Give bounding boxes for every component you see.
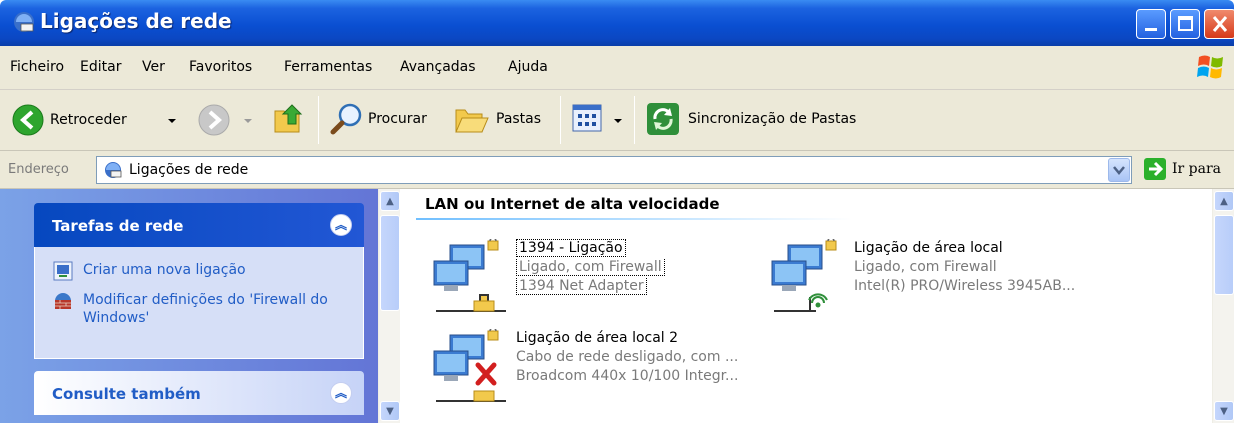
scroll-thumb[interactable]	[1214, 215, 1234, 295]
connection-text: Ligação de área local Ligado, com Firewa…	[854, 239, 1075, 296]
go-arrow-icon	[1144, 158, 1166, 180]
forward-button[interactable]	[198, 104, 230, 136]
close-button[interactable]	[1204, 9, 1234, 39]
back-label: Retroceder	[50, 112, 127, 128]
network-tasks-header[interactable]: Tarefas de rede ︽	[34, 203, 364, 247]
connection-status: Ligado, com Firewall	[854, 259, 997, 275]
connection-name: 1394 - Ligação	[516, 239, 626, 257]
menu-bar: Ficheiro Editar Ver Favoritos Ferramenta…	[0, 46, 1234, 90]
go-label: Ir para	[1172, 161, 1222, 177]
address-input[interactable]: Ligações de rede	[96, 156, 1132, 184]
toolbar-separator	[560, 96, 561, 144]
minimize-button[interactable]	[1136, 9, 1166, 39]
connection-device: Intel(R) PRO/Wireless 3945AB...	[854, 278, 1076, 294]
chevron-down-icon	[1113, 166, 1125, 175]
title-bar[interactable]: Ligações de rede	[0, 0, 1234, 46]
windows-logo-icon	[1197, 55, 1223, 79]
task-pane: Tarefas de rede ︽ Criar uma nova ligação…	[0, 189, 378, 423]
address-bar: Endereço Ligações de rede Ir para	[0, 151, 1234, 189]
scroll-thumb[interactable]	[380, 215, 400, 311]
folders-button[interactable]: Pastas	[454, 102, 541, 136]
connection-text: 1394 - Ligação Ligado, com Firewall 1394…	[516, 239, 665, 296]
task-pane-scrollbar[interactable]: ▲ ▼	[378, 189, 400, 423]
menu-editar[interactable]: Editar	[80, 59, 121, 75]
modify-firewall-settings-link[interactable]: Modificar definições do 'Firewall do Win…	[53, 291, 353, 327]
search-magnifier-icon	[330, 103, 362, 135]
forward-arrow-icon	[198, 104, 230, 136]
collapse-up-icon[interactable]: ︽	[330, 382, 352, 404]
menu-favoritos[interactable]: Favoritos	[189, 59, 252, 75]
menu-ferramentas[interactable]: Ferramentas	[284, 59, 372, 75]
forward-history-dropdown-icon[interactable]	[244, 119, 252, 123]
network-connections-icon	[105, 162, 122, 178]
toolbar: Retroceder Procurar Pastas Sincronização…	[0, 90, 1234, 151]
create-new-connection-link[interactable]: Criar uma nova ligação	[53, 261, 246, 281]
lan-connection-icon	[433, 239, 506, 312]
address-label: Endereço	[8, 162, 69, 177]
up-folder-icon	[274, 104, 303, 133]
connection-status: Ligado, com Firewall	[516, 259, 665, 276]
toolbar-separator	[634, 96, 635, 144]
scroll-up-button[interactable]: ▲	[380, 191, 400, 211]
connection-1394[interactable]: 1394 - Ligação Ligado, com Firewall 1394…	[428, 239, 728, 319]
connection-status: Cabo de rede desligado, com ...	[516, 349, 739, 365]
see-also-header[interactable]: Consulte também ︽	[34, 371, 364, 415]
connection-device: 1394 Net Adapter	[516, 278, 647, 295]
back-arrow-icon	[12, 104, 44, 136]
sync-label: Sincronização de Pastas	[688, 111, 857, 127]
back-history-dropdown-icon[interactable]	[168, 119, 176, 123]
sync-icon	[647, 103, 679, 135]
views-grid-icon	[572, 104, 602, 132]
maximize-icon	[1178, 16, 1193, 31]
modify-firewall-settings-label: Modificar definições do 'Firewall do Win…	[83, 292, 328, 326]
network-tasks-title: Tarefas de rede	[52, 217, 184, 235]
menu-ver[interactable]: Ver	[142, 59, 165, 75]
create-new-connection-label: Criar uma nova ligação	[83, 262, 246, 278]
see-also-title: Consulte também	[52, 385, 201, 403]
menu-ficheiro[interactable]: Ficheiro	[10, 59, 64, 75]
scroll-down-button[interactable]: ▼	[1214, 401, 1234, 421]
wireless-connection-icon	[771, 239, 837, 312]
collapse-up-icon[interactable]: ︽	[330, 214, 352, 236]
network-connections-icon	[14, 12, 34, 32]
address-dropdown-button[interactable]	[1108, 158, 1130, 182]
connection-local-area[interactable]: Ligação de área local Ligado, com Firewa…	[766, 239, 1106, 319]
minimize-icon	[1145, 28, 1157, 31]
address-value: Ligações de rede	[129, 162, 249, 178]
toolbar-separator	[318, 96, 319, 144]
search-button[interactable]: Procurar	[330, 102, 427, 136]
back-button[interactable]: Retroceder	[12, 104, 127, 136]
new-connection-icon	[53, 261, 73, 281]
search-label: Procurar	[368, 111, 427, 127]
go-button[interactable]: Ir para	[1144, 158, 1221, 180]
lan-disconnected-icon	[433, 329, 506, 402]
connection-device: Broadcom 440x 10/100 Integr...	[516, 368, 739, 384]
connection-local-area-2[interactable]: Ligação de área local 2 Cabo de rede des…	[428, 329, 768, 409]
content-scrollbar[interactable]: ▲ ▼	[1212, 189, 1234, 423]
views-button[interactable]	[572, 104, 602, 132]
views-dropdown-icon[interactable]	[614, 119, 622, 123]
connection-text: Ligação de área local 2 Cabo de rede des…	[516, 329, 738, 386]
sync-folders-button[interactable]: Sincronização de Pastas	[646, 102, 856, 136]
scroll-up-button[interactable]: ▲	[1214, 191, 1234, 211]
close-icon	[1212, 16, 1228, 32]
folders-icon	[455, 109, 489, 133]
network-tasks-panel: Criar uma nova ligação Modificar definiç…	[34, 247, 364, 359]
menu-avancadas[interactable]: Avançadas	[400, 59, 476, 75]
menu-ajuda[interactable]: Ajuda	[508, 59, 548, 75]
connections-view: LAN ou Internet de alta velocidade 1394 …	[400, 189, 1212, 423]
up-folder-button[interactable]	[272, 102, 306, 136]
connection-name: Ligação de área local	[854, 240, 1003, 256]
maximize-button[interactable]	[1170, 9, 1200, 39]
folders-label: Pastas	[496, 111, 542, 127]
window-title: Ligações de rede	[40, 9, 232, 33]
firewall-icon	[55, 293, 71, 309]
group-header: LAN ou Internet de alta velocidade	[425, 195, 720, 213]
group-divider	[416, 218, 852, 220]
connection-name: Ligação de área local 2	[516, 330, 679, 346]
scroll-down-button[interactable]: ▼	[380, 401, 400, 421]
